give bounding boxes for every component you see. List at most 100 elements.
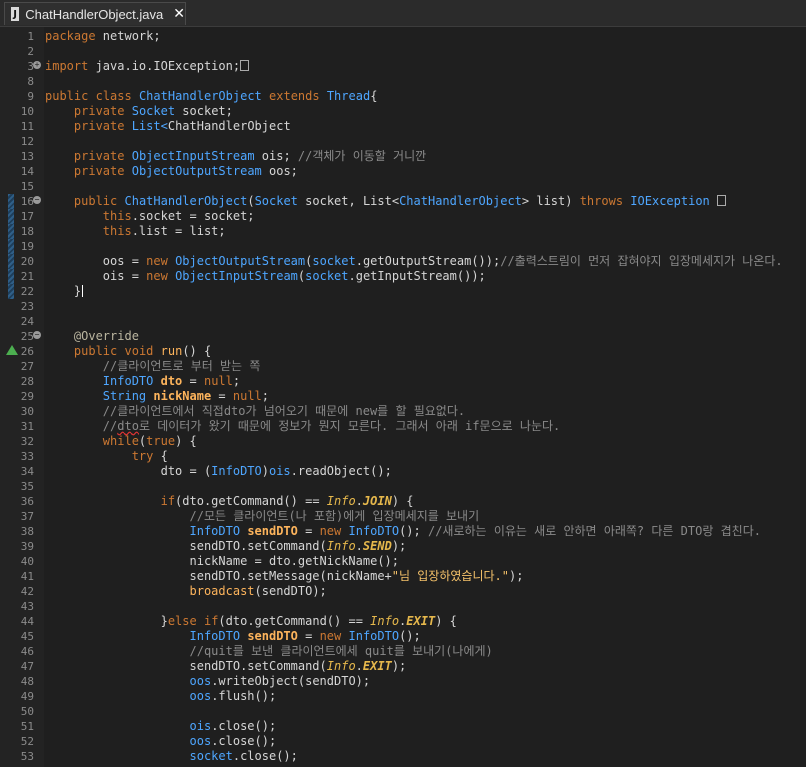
code-line-48: oos.writeObject(sendDTO); bbox=[45, 674, 805, 689]
line-number: 35 bbox=[20, 480, 34, 493]
token: () { bbox=[182, 344, 212, 358]
line-number: 50 bbox=[20, 705, 34, 718]
line-number: 15 bbox=[20, 180, 34, 193]
line-number: 25 bbox=[20, 330, 34, 343]
token: //클라이언트에서 직접dto가 넘어오기 때문에 new를 할 필요없다. bbox=[102, 404, 466, 418]
token: .getInputStream()); bbox=[348, 269, 486, 283]
line-number: 34 bbox=[20, 465, 34, 478]
token: public bbox=[73, 344, 118, 358]
fold-expand-icon[interactable]: + bbox=[33, 61, 41, 69]
token: ; bbox=[261, 389, 270, 403]
token: extends bbox=[269, 89, 320, 103]
line-number: 45 bbox=[20, 630, 34, 643]
line-number: 33 bbox=[20, 450, 34, 463]
code-line-18: this.list = list; bbox=[45, 224, 805, 239]
token: "님 입장하였습니다." bbox=[391, 569, 510, 583]
code-line-11: private List<ChatHandlerObject bbox=[45, 119, 805, 134]
token: } bbox=[45, 284, 82, 298]
token: Socket bbox=[131, 104, 176, 118]
token: null bbox=[232, 389, 262, 403]
token: private bbox=[73, 164, 125, 178]
token: ois = bbox=[45, 269, 147, 283]
code-line-38: InfoDTO sendDTO = new InfoDTO(); //새로하는 … bbox=[45, 524, 805, 539]
token: oos bbox=[189, 689, 212, 703]
spelling-warning[interactable]: dto bbox=[117, 419, 139, 433]
line-number: 48 bbox=[20, 675, 34, 688]
change-marker bbox=[8, 269, 14, 284]
line-number: 17 bbox=[20, 210, 34, 223]
token: socket; bbox=[175, 104, 233, 118]
line-number: 27 bbox=[20, 360, 34, 373]
code-line-22: } bbox=[45, 284, 805, 299]
line-number: 19 bbox=[20, 240, 34, 253]
line-number: 41 bbox=[20, 570, 34, 583]
token: nickName bbox=[153, 389, 212, 403]
folded-imports-icon[interactable] bbox=[240, 60, 250, 71]
code-editor[interactable]: 1 2 3 8 9 10 11 12 13 14 15 16 17 18 19 20 21 22 23 24 25 26 2… bbox=[0, 27, 806, 767]
line-number: 47 bbox=[20, 660, 34, 673]
code-line-9: public class ChatHandlerObject extends T… bbox=[45, 89, 805, 104]
token: Info bbox=[326, 539, 356, 553]
token: EXIT bbox=[362, 659, 392, 673]
line-number: 39 bbox=[20, 540, 34, 553]
token: sendDTO.setCommand( bbox=[45, 539, 327, 553]
code-line-37: //모든 클라이언트(나 포함)에게 입장메세지를 보내기 bbox=[45, 509, 805, 524]
token: //출력스트림이 먼저 잡혀야지 입장메세지가 나온다. bbox=[500, 254, 783, 268]
token: InfoDTO bbox=[102, 374, 154, 388]
line-number: 46 bbox=[20, 645, 34, 658]
token: ChatHandlerObject bbox=[124, 194, 248, 208]
token: { bbox=[370, 89, 378, 103]
token: //새로하는 이유는 새로 안하면 아래쪽? 다른 DTO랑 겹친다. bbox=[427, 524, 761, 538]
token: dto bbox=[160, 374, 183, 388]
change-marker bbox=[8, 254, 14, 269]
file-tab[interactable]: J ChatHandlerObject.java ✕ bbox=[4, 2, 186, 25]
token: while bbox=[102, 434, 139, 448]
line-number: 38 bbox=[20, 525, 34, 538]
token: ) { bbox=[435, 614, 457, 628]
line-number: 37 bbox=[20, 510, 34, 523]
line-number: 53 bbox=[20, 750, 34, 763]
token: InfoDTO bbox=[189, 629, 241, 643]
token: new bbox=[146, 254, 168, 268]
line-number: 16 bbox=[20, 195, 34, 208]
token: 로 데이터가 왔기 때문에 정보가 뭔지 모른다. 그래서 아래 if문으로 나… bbox=[138, 419, 561, 433]
token: SEND bbox=[362, 539, 392, 553]
token: sendDTO.setCommand( bbox=[45, 659, 327, 673]
token: ObjectOutputStream bbox=[131, 164, 262, 178]
token: sendDTO bbox=[247, 629, 298, 643]
code-line-28: InfoDTO dto = null; bbox=[45, 374, 805, 389]
token: . bbox=[355, 494, 363, 508]
code-text[interactable]: package network; import java.io.IOExcept… bbox=[45, 29, 805, 764]
token: private bbox=[73, 119, 125, 133]
token: InfoDTO bbox=[211, 464, 262, 478]
token: = bbox=[297, 629, 320, 643]
change-marker bbox=[8, 209, 14, 224]
token: = bbox=[182, 374, 204, 388]
token: . bbox=[355, 659, 363, 673]
line-number: 9 bbox=[27, 90, 34, 103]
code-line-27: //클라이언트로 부터 받는 쪽 bbox=[45, 359, 805, 374]
token: ); bbox=[391, 659, 407, 673]
close-icon[interactable]: ✕ bbox=[173, 6, 185, 22]
fold-collapse-icon[interactable]: − bbox=[33, 331, 41, 339]
token: = bbox=[211, 389, 233, 403]
line-number: 8 bbox=[27, 75, 34, 88]
override-marker-icon[interactable] bbox=[6, 345, 18, 355]
fold-collapse-icon[interactable]: − bbox=[33, 196, 41, 204]
token: //quit를 보낸 클라이언트에세 quit를 보내기(나에게) bbox=[189, 644, 493, 658]
code-line-34: dto = (InfoDTO)ois.readObject(); bbox=[45, 464, 805, 479]
line-number: 36 bbox=[20, 495, 34, 508]
token: .readObject(); bbox=[290, 464, 392, 478]
